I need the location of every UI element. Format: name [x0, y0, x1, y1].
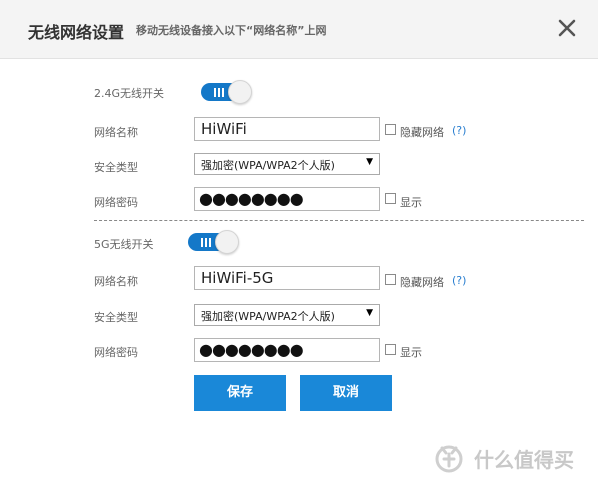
watermark-logo-icon [435, 445, 463, 473]
wifi24-security-value: 强加密(WPA/WPA2个人版) [201, 159, 335, 172]
toggle-on-icon [201, 238, 211, 247]
wifi24-security-select[interactable]: 强加密(WPA/WPA2个人版) ▼ [194, 153, 380, 175]
wifi5g-password-input[interactable]: ●●●●●●●● [194, 338, 380, 362]
section-divider [94, 220, 584, 221]
wifi24-hide-label: 隐藏网络 [400, 126, 444, 139]
wifi24-show-label: 显示 [400, 196, 422, 209]
wifi24-password-input[interactable]: ●●●●●●●● [194, 187, 380, 211]
wifi24-toggle[interactable] [201, 80, 253, 104]
wifi5g-security-select[interactable]: 强加密(WPA/WPA2个人版) ▼ [194, 304, 380, 326]
wifi24-password-label: 网络密码 [94, 196, 138, 209]
wifi5g-help-link[interactable]: (?) [452, 274, 466, 287]
wifi24-ssid-input[interactable]: HiWiFi [194, 117, 380, 141]
wifi5g-switch-label: 5G无线开关 [94, 238, 154, 251]
watermark: 什么值得买 [432, 440, 592, 474]
wifi5g-password-label: 网络密码 [94, 346, 138, 359]
wifi24-help-link[interactable]: (?) [452, 124, 466, 137]
wifi5g-hide-label: 隐藏网络 [400, 276, 444, 289]
wifi24-hide-checkbox[interactable] [385, 124, 396, 135]
wifi5g-security-label: 安全类型 [94, 311, 138, 324]
wifi24-ssid-label: 网络名称 [94, 126, 138, 139]
watermark-text: 什么值得买 [474, 448, 574, 472]
dialog-subtitle: 移动无线设备接入以下“网络名称”上网 [136, 24, 327, 37]
wifi5g-ssid-label: 网络名称 [94, 275, 138, 288]
wifi24-security-label: 安全类型 [94, 161, 138, 174]
save-button[interactable]: 保存 [194, 375, 286, 411]
dropdown-arrow-icon: ▼ [366, 308, 373, 318]
toggle-on-icon [214, 88, 224, 97]
wifi5g-security-value: 强加密(WPA/WPA2个人版) [201, 310, 335, 323]
wifi24-show-checkbox[interactable] [385, 193, 396, 204]
wifi5g-show-label: 显示 [400, 346, 422, 359]
toggle-knob [215, 230, 239, 254]
wifi5g-show-checkbox[interactable] [385, 344, 396, 355]
toggle-knob [228, 80, 252, 104]
dialog-header: 无线网络设置 移动无线设备接入以下“网络名称”上网 [0, 0, 598, 59]
wifi5g-hide-checkbox[interactable] [385, 274, 396, 285]
dropdown-arrow-icon: ▼ [366, 157, 373, 167]
cancel-button[interactable]: 取消 [300, 375, 392, 411]
dialog-title: 无线网络设置 [28, 23, 125, 42]
wifi5g-toggle[interactable] [188, 230, 240, 254]
wifi5g-ssid-input[interactable]: HiWiFi-5G [194, 266, 380, 290]
wifi24-switch-label: 2.4G无线开关 [94, 87, 165, 100]
close-icon[interactable] [555, 16, 579, 40]
